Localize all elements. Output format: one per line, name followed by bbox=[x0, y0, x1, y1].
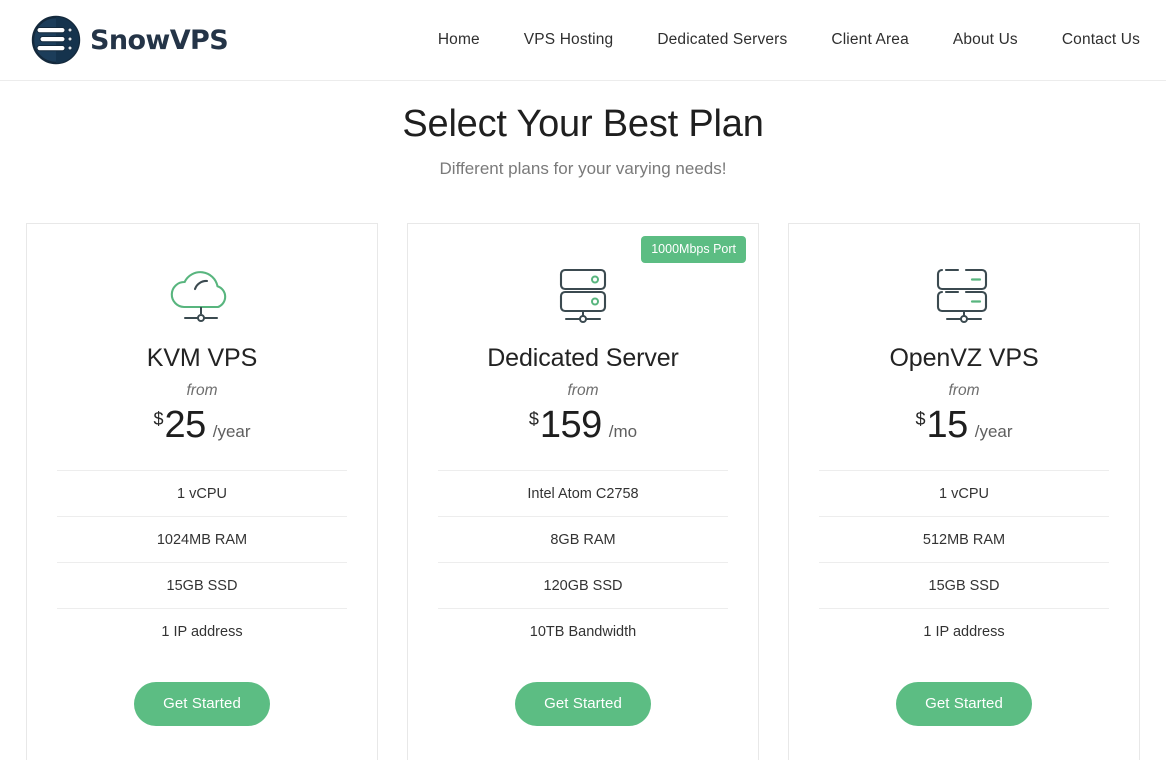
plan-feature-list: Intel Atom C2758 8GB RAM 120GB SSD 10TB … bbox=[438, 469, 728, 654]
plan-card-openvz-vps: OpenVZ VPS from $ 15 /year 1 vCPU 512MB … bbox=[788, 222, 1140, 760]
snowvps-server-circle-logo-icon bbox=[29, 14, 81, 66]
plan-price: $ 25 /year bbox=[57, 406, 347, 444]
brand-logo-link[interactable]: SnowVPS bbox=[29, 14, 229, 66]
get-started-button[interactable]: Get Started bbox=[134, 681, 270, 726]
pricing-plans-row: KVM VPS from $ 25 /year 1 vCPU 1024MB RA… bbox=[0, 179, 1166, 760]
plan-feature-item: 1024MB RAM bbox=[57, 517, 347, 563]
get-started-button[interactable]: Get Started bbox=[515, 681, 651, 726]
plan-from-label: from bbox=[186, 381, 218, 399]
page-title: Select Your Best Plan bbox=[402, 103, 764, 145]
price-currency: $ bbox=[915, 408, 926, 429]
nav-item-contact-us[interactable]: Contact Us bbox=[1040, 31, 1140, 49]
plan-from-label: from bbox=[948, 381, 980, 399]
plan-feature-item: 15GB SSD bbox=[57, 563, 347, 609]
nav-item-client-area[interactable]: Client Area bbox=[809, 31, 930, 49]
plan-feature-item: 8GB RAM bbox=[438, 517, 728, 563]
nav-item-about-us[interactable]: About Us bbox=[931, 31, 1040, 49]
price-currency: $ bbox=[153, 408, 164, 429]
nav-item-vps-hosting[interactable]: VPS Hosting bbox=[502, 31, 636, 49]
plan-feature-item: Intel Atom C2758 bbox=[438, 471, 728, 517]
plan-name: Dedicated Server bbox=[487, 343, 679, 372]
plan-feature-item: 1 IP address bbox=[161, 623, 243, 640]
price-amount: 15 bbox=[926, 403, 968, 446]
plan-feature-item: 120GB SSD bbox=[438, 563, 728, 609]
plan-name: KVM VPS bbox=[146, 343, 258, 372]
plan-feature-item: 1 vCPU bbox=[57, 471, 347, 517]
page-subtitle: Different plans for your varying needs! bbox=[439, 158, 727, 178]
plan-feature-item: 512MB RAM bbox=[819, 517, 1109, 563]
status-badge: 1000Mbps Port bbox=[641, 235, 746, 263]
plan-from-label: from bbox=[567, 381, 599, 399]
plan-feature-list: 1 vCPU 1024MB RAM 15GB SSD 1 IP address bbox=[57, 469, 347, 654]
cloud-server-icon bbox=[57, 258, 347, 330]
plan-feature-item: 1 IP address bbox=[923, 623, 1005, 640]
price-currency: $ bbox=[528, 408, 539, 429]
site-header: SnowVPS Home VPS Hosting Dedicated Serve… bbox=[0, 0, 1166, 81]
page-heading-section: Select Your Best Plan Different plans fo… bbox=[0, 81, 1166, 179]
main-navigation: Home VPS Hosting Dedicated Servers Clien… bbox=[416, 31, 1140, 49]
plan-price: $ 15 /year bbox=[819, 406, 1109, 444]
plan-feature-list: 1 vCPU 512MB RAM 15GB SSD 1 IP address bbox=[819, 469, 1109, 654]
price-amount: 25 bbox=[164, 403, 206, 446]
price-period: /year bbox=[974, 421, 1013, 441]
plan-name: OpenVZ VPS bbox=[889, 343, 1039, 372]
rack-server-dashes-icon bbox=[819, 258, 1109, 330]
price-amount: 159 bbox=[539, 403, 602, 446]
plan-feature-item: 1 vCPU bbox=[819, 471, 1109, 517]
get-started-button[interactable]: Get Started bbox=[896, 681, 1032, 726]
price-period: /mo bbox=[608, 421, 638, 441]
brand-name: SnowVPS bbox=[90, 24, 229, 56]
nav-item-home[interactable]: Home bbox=[416, 31, 502, 49]
nav-item-dedicated-servers[interactable]: Dedicated Servers bbox=[635, 31, 809, 49]
plan-card-dedicated-server: 1000Mbps Port Dedicated Server from $ 15… bbox=[407, 222, 759, 760]
plan-price: $ 159 /mo bbox=[438, 406, 728, 444]
plan-feature-item: 10TB Bandwidth bbox=[529, 623, 637, 640]
price-period: /year bbox=[212, 421, 251, 441]
plan-feature-item: 15GB SSD bbox=[819, 563, 1109, 609]
plan-card-kvm-vps: KVM VPS from $ 25 /year 1 vCPU 1024MB RA… bbox=[26, 222, 378, 760]
rack-server-dots-icon bbox=[438, 258, 728, 330]
